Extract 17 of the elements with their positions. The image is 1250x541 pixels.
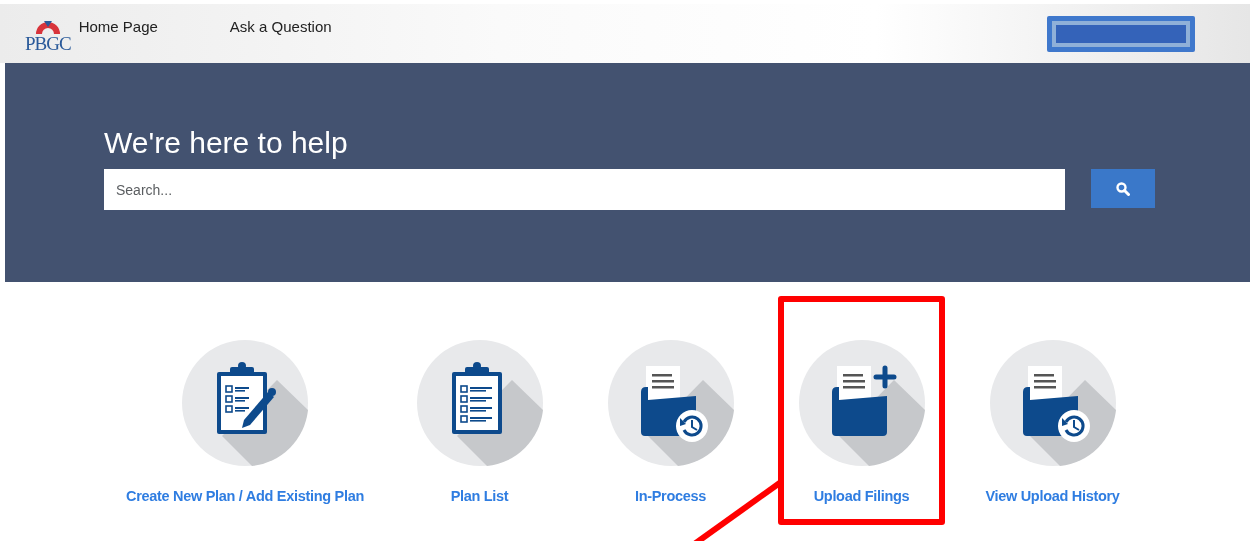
search-field[interactable]: Search...: [104, 169, 1065, 210]
folder-history-icon[interactable]: [989, 340, 1116, 466]
clipboard-pen-icon[interactable]: [182, 340, 308, 466]
folder-history-icon[interactable]: [607, 340, 734, 466]
tile-link[interactable]: Plan List: [450, 486, 509, 508]
hero-title: We're here to help: [104, 125, 349, 161]
folder-add-icon[interactable]: [798, 340, 925, 466]
tile-link[interactable]: In-Process: [634, 486, 707, 508]
tile-link[interactable]: View Upload History: [985, 486, 1120, 508]
tile-link[interactable]: Create New Plan / Add Existing Plan: [126, 486, 364, 508]
search-icon: [1116, 181, 1130, 196]
nav-link[interactable]: Home Page: [78, 16, 158, 39]
logo[interactable]: PBGC: [25, 18, 71, 53]
clipboard-checklist-icon[interactable]: [416, 340, 543, 466]
nav-link[interactable]: Ask a Question: [229, 16, 332, 39]
search-button[interactable]: [1091, 169, 1155, 208]
tile-link[interactable]: Upload Filings: [813, 486, 910, 508]
